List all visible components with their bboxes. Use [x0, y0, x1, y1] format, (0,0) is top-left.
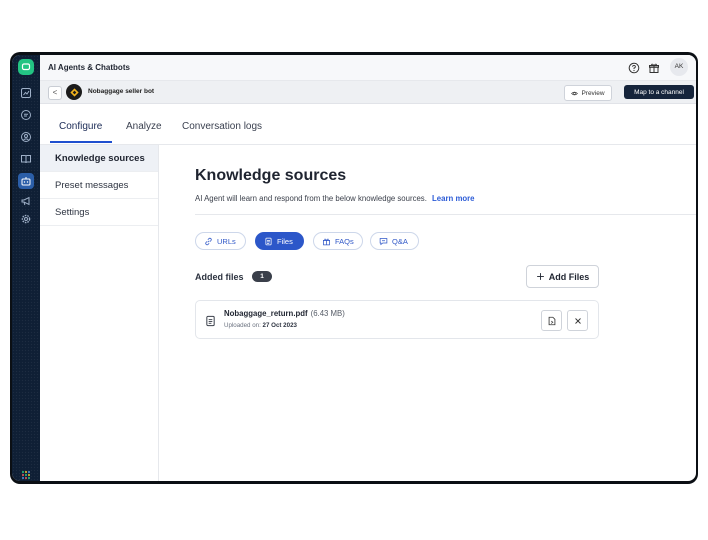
- bot-avatar: [66, 84, 82, 100]
- file-list-item: Nobaggage_return.pdf (6.43 MB) Uploaded o…: [195, 300, 599, 339]
- source-tab-qa-label: Q&A: [392, 236, 408, 246]
- main-content: Knowledge sources AI Agent will learn an…: [159, 145, 696, 481]
- source-tab-files[interactable]: Files: [255, 232, 304, 250]
- file-name-row: Nobaggage_return.pdf (6.43 MB): [224, 309, 345, 318]
- subtitle-text: AI Agent will learn and respond from the…: [195, 194, 427, 203]
- help-icon[interactable]: [628, 61, 640, 74]
- app-logo-icon[interactable]: [18, 59, 34, 75]
- source-tab-faqs-label: FAQs: [335, 236, 354, 246]
- apps-grid-icon[interactable]: [18, 467, 34, 481]
- submenu-item-preset-messages[interactable]: Preset messages: [40, 172, 158, 199]
- added-files-label: Added files: [195, 272, 244, 282]
- source-tab-files-label: Files: [277, 236, 293, 246]
- nav-rail: [12, 55, 40, 481]
- submenu-item-settings[interactable]: Settings: [40, 199, 158, 226]
- chat-icon: [379, 237, 388, 245]
- settings-gear-icon[interactable]: [18, 211, 34, 227]
- campaign-megaphone-icon[interactable]: [18, 193, 34, 209]
- app-title: AI Agents & Chatbots: [48, 63, 130, 72]
- eye-icon: [571, 91, 579, 95]
- knowledge-submenu: Knowledge sources Preset messages Settin…: [40, 145, 159, 481]
- config-tabs: Configure Analyze Conversation logs: [40, 104, 696, 145]
- source-tab-qa[interactable]: Q&A: [370, 232, 419, 250]
- file-name: Nobaggage_return.pdf: [224, 309, 308, 318]
- source-tab-urls-label: URLs: [217, 236, 236, 246]
- link-icon: [205, 237, 212, 245]
- bot-bar: < Nobaggage seller bot Preview Map to a …: [40, 81, 696, 104]
- uploaded-prefix: Uploaded on:: [224, 322, 261, 329]
- preview-button[interactable]: Preview: [564, 85, 612, 101]
- map-to-channel-button[interactable]: Map to a channel: [624, 85, 694, 99]
- app-screen: AI Agents & Chatbots AK < Nobaggage sell…: [12, 55, 696, 481]
- add-files-label: Add Files: [548, 271, 590, 282]
- tab-analyze[interactable]: Analyze: [126, 121, 162, 132]
- file-view-icon: [548, 316, 555, 325]
- active-tab-underline: [50, 141, 112, 143]
- faq-icon: [323, 238, 330, 245]
- page-title: Knowledge sources: [195, 167, 347, 184]
- bot-icon[interactable]: [18, 173, 34, 189]
- submenu-item-knowledge-sources[interactable]: Knowledge sources: [40, 145, 158, 172]
- source-tab-faqs[interactable]: FAQs: [313, 232, 363, 250]
- document-icon: [205, 314, 216, 327]
- remove-file-button[interactable]: [567, 310, 588, 331]
- close-icon: [574, 317, 581, 324]
- user-avatar[interactable]: AK: [670, 58, 688, 76]
- uploaded-date: 27 Oct 2023: [262, 322, 297, 329]
- preview-label: Preview: [581, 89, 605, 97]
- knowledge-book-icon[interactable]: [18, 151, 34, 167]
- back-button[interactable]: <: [48, 86, 62, 100]
- added-files-count-badge: 1: [252, 271, 272, 282]
- bot-name: Nobaggage seller bot: [88, 88, 155, 95]
- divider: [195, 214, 696, 215]
- plus-icon: [536, 273, 544, 280]
- conversations-icon[interactable]: [18, 107, 34, 123]
- tab-conversation-logs[interactable]: Conversation logs: [182, 121, 262, 132]
- view-file-button[interactable]: [541, 310, 562, 331]
- file-upload-date: Uploaded on: 27 Oct 2023: [224, 322, 297, 329]
- add-files-button[interactable]: Add Files: [526, 265, 599, 288]
- file-size: (6.43 MB): [310, 309, 345, 318]
- learn-more-link[interactable]: Learn more: [432, 194, 474, 203]
- file-icon: [265, 237, 272, 245]
- gift-icon[interactable]: [648, 61, 660, 73]
- page-subtitle: AI Agent will learn and respond from the…: [195, 194, 475, 203]
- contacts-icon[interactable]: [18, 129, 34, 145]
- source-tab-urls[interactable]: URLs: [195, 232, 246, 250]
- analytics-icon[interactable]: [18, 85, 34, 101]
- tab-configure[interactable]: Configure: [59, 121, 102, 132]
- top-header: AI Agents & Chatbots AK: [40, 55, 696, 81]
